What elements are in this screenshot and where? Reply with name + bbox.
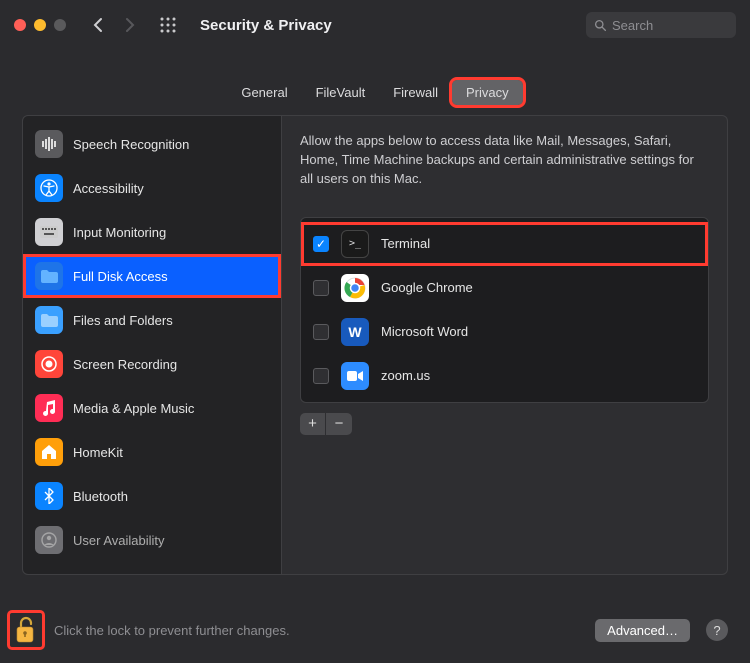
- sidebar-item-homekit[interactable]: HomeKit: [23, 430, 281, 474]
- app-list: >_ Terminal Google Chrome W Microsoft Wo…: [300, 217, 709, 403]
- advanced-button[interactable]: Advanced…: [595, 619, 690, 642]
- main-panel: Speech Recognition Accessibility Input M…: [22, 115, 728, 575]
- tab-bar: General FileVault Firewall Privacy: [0, 80, 750, 105]
- search-field[interactable]: [586, 12, 736, 38]
- unlock-icon: [12, 615, 38, 645]
- folder-icon: [35, 262, 63, 290]
- checkbox-word[interactable]: [313, 324, 329, 340]
- window-controls: [14, 19, 66, 31]
- sidebar-item-input-monitoring[interactable]: Input Monitoring: [23, 210, 281, 254]
- app-row-word[interactable]: W Microsoft Word: [301, 310, 708, 354]
- app-label: Terminal: [381, 236, 430, 251]
- forward-button[interactable]: [118, 13, 142, 37]
- tab-privacy[interactable]: Privacy: [452, 80, 523, 105]
- content-pane: Allow the apps below to access data like…: [282, 115, 728, 575]
- zoom-window-button[interactable]: [54, 19, 66, 31]
- sidebar-item-bluetooth[interactable]: Bluetooth: [23, 474, 281, 518]
- sidebar-item-label: Bluetooth: [73, 489, 128, 504]
- sidebar-item-label: HomeKit: [73, 445, 123, 460]
- checkbox-terminal[interactable]: [313, 236, 329, 252]
- footer: Click the lock to prevent further change…: [0, 601, 750, 663]
- privacy-sidebar[interactable]: Speech Recognition Accessibility Input M…: [22, 115, 282, 575]
- folder-icon: [35, 306, 63, 334]
- chrome-icon: [341, 274, 369, 302]
- show-all-button[interactable]: [156, 13, 180, 37]
- sidebar-item-label: Accessibility: [73, 181, 144, 196]
- sidebar-item-label: User Availability: [73, 533, 165, 548]
- lock-text: Click the lock to prevent further change…: [54, 623, 290, 638]
- record-icon: [35, 350, 63, 378]
- lock-button[interactable]: [10, 613, 42, 647]
- keyboard-icon: [35, 218, 63, 246]
- app-row-chrome[interactable]: Google Chrome: [301, 266, 708, 310]
- sidebar-item-speech-recognition[interactable]: Speech Recognition: [23, 122, 281, 166]
- sidebar-item-user-availability[interactable]: User Availability: [23, 518, 281, 562]
- content-description: Allow the apps below to access data like…: [300, 132, 709, 189]
- minimize-window-button[interactable]: [34, 19, 46, 31]
- sidebar-item-accessibility[interactable]: Accessibility: [23, 166, 281, 210]
- accessibility-icon: [35, 174, 63, 202]
- window-title: Security & Privacy: [200, 17, 332, 34]
- titlebar: Security & Privacy: [0, 0, 750, 50]
- zoom-icon: [341, 362, 369, 390]
- checkbox-zoom[interactable]: [313, 368, 329, 384]
- home-icon: [35, 438, 63, 466]
- sidebar-item-media-apple-music[interactable]: Media & Apple Music: [23, 386, 281, 430]
- tab-filevault[interactable]: FileVault: [302, 80, 380, 105]
- app-label: Google Chrome: [381, 280, 473, 295]
- app-label: Microsoft Word: [381, 324, 468, 339]
- sidebar-item-screen-recording[interactable]: Screen Recording: [23, 342, 281, 386]
- sidebar-item-label: Input Monitoring: [73, 225, 166, 240]
- availability-icon: [35, 526, 63, 554]
- sidebar-item-label: Media & Apple Music: [73, 401, 194, 416]
- app-row-zoom[interactable]: zoom.us: [301, 354, 708, 398]
- word-icon: W: [341, 318, 369, 346]
- tab-general[interactable]: General: [227, 80, 301, 105]
- search-icon: [594, 19, 607, 32]
- sidebar-item-label: Screen Recording: [73, 357, 177, 372]
- sidebar-item-full-disk-access[interactable]: Full Disk Access: [23, 254, 281, 298]
- back-button[interactable]: [86, 13, 110, 37]
- sidebar-item-label: Full Disk Access: [73, 269, 168, 284]
- bluetooth-icon: [35, 482, 63, 510]
- add-app-button[interactable]: +: [300, 413, 326, 435]
- app-row-terminal[interactable]: >_ Terminal: [301, 222, 708, 266]
- sidebar-item-label: Speech Recognition: [73, 137, 189, 152]
- close-window-button[interactable]: [14, 19, 26, 31]
- sidebar-item-files-and-folders[interactable]: Files and Folders: [23, 298, 281, 342]
- list-controls: + −: [300, 413, 709, 435]
- search-input[interactable]: [612, 18, 728, 33]
- tab-firewall[interactable]: Firewall: [379, 80, 452, 105]
- checkbox-chrome[interactable]: [313, 280, 329, 296]
- help-button[interactable]: ?: [706, 619, 728, 641]
- speech-icon: [35, 130, 63, 158]
- sidebar-item-label: Files and Folders: [73, 313, 173, 328]
- remove-app-button[interactable]: −: [326, 413, 352, 435]
- terminal-icon: >_: [341, 230, 369, 258]
- music-icon: [35, 394, 63, 422]
- app-label: zoom.us: [381, 368, 430, 383]
